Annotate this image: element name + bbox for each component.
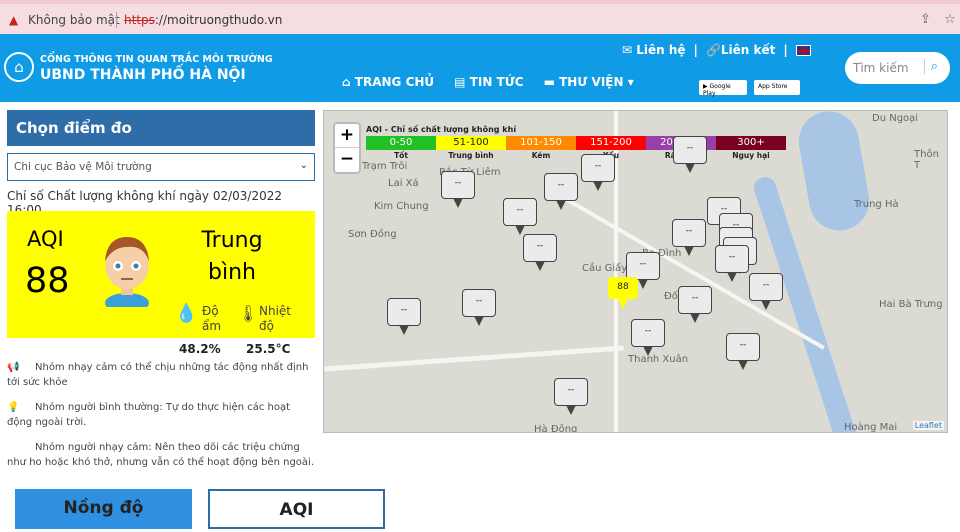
station-marker[interactable]: -- [678, 286, 712, 323]
station-marker[interactable]: -- [441, 171, 475, 208]
map-place-label: Thôn T [914, 149, 939, 171]
folder-icon: ▬ [543, 75, 560, 89]
legend-band: 300+ Nguy hại [716, 136, 786, 160]
mail-icon: ✉ [622, 43, 637, 57]
aqi-legend: AQI - Chỉ số chất lượng không khí 0-50 Tố… [366, 125, 786, 160]
map-place-label: Sơn Đồng [348, 229, 397, 240]
nav-library[interactable]: ▬ THƯ VIỆN ▾ [544, 75, 634, 89]
concentration-button[interactable]: Nồng độ [15, 489, 192, 529]
map-place-label: Trung Hà [854, 199, 899, 210]
url[interactable]: https://moitruongthudo.vn [124, 13, 282, 27]
map-place-label: Kim Chung [374, 201, 429, 212]
advice-normal: Nhóm người bình thường: Tự do thực hiện … [7, 402, 291, 428]
droplet-icon: 💧 [175, 303, 198, 324]
station-marker[interactable]: -- [673, 136, 707, 173]
app-store-badge[interactable]: App Store [754, 80, 800, 95]
station-marker[interactable]: -- [715, 245, 749, 282]
station-marker[interactable]: -- [726, 333, 760, 370]
thermometer-icon: 🌡 [238, 304, 259, 323]
advice-sensitive: Nhóm nhạy cảm có thể chịu những tác động… [7, 362, 309, 388]
map-place-label: Cầu Giấy [582, 263, 628, 274]
aqi-value: 88 [25, 261, 70, 301]
legend-band: 101-150 Kém [506, 136, 576, 160]
map-place-label: Thanh Xuân [628, 354, 689, 365]
site-title[interactable]: UBND THÀNH PHỐ HÀ NỘI [40, 67, 246, 83]
address-bar[interactable]: ▲ Không bảo mật https://moitruongthudo.v… [0, 0, 960, 34]
temperature-value: 25.5°C [246, 342, 291, 356]
zoom-out-button[interactable]: − [335, 148, 359, 172]
map-place-label: Lai Xá [388, 178, 419, 189]
aqi-button[interactable]: AQI [208, 489, 385, 529]
humidity-value: 48.2% [179, 342, 221, 356]
station-marker[interactable]: -- [387, 298, 421, 335]
site-header: ⌂ CỔNG THÔNG TIN QUAN TRẮC MÔI TRƯỜNG UB… [0, 34, 960, 102]
contact-link[interactable]: ✉ Liên hệ [622, 43, 686, 57]
leaflet-attribution[interactable]: Leaflet [912, 421, 944, 430]
map-place-label: Trạm Trôi [362, 161, 408, 172]
aqi-level: Trung bình [201, 228, 263, 285]
divider [116, 12, 117, 28]
station-marker[interactable]: -- [672, 219, 706, 256]
station-marker[interactable]: -- [544, 173, 578, 210]
links-link[interactable]: 🔗Liên kết [706, 43, 775, 57]
home-icon: ⌂ [342, 75, 355, 89]
security-label[interactable]: Không bảo mật [28, 13, 120, 27]
station-marker[interactable]: -- [631, 319, 665, 356]
station-marker-selected[interactable]: 88 [608, 277, 638, 309]
station-marker[interactable]: -- [503, 198, 537, 235]
site-subtitle: CỔNG THÔNG TIN QUAN TRẮC MÔI TRƯỜNG [40, 54, 273, 65]
map-place-label: Du Ngoại [872, 113, 919, 124]
nav-home[interactable]: ⌂ TRANG CHỦ [342, 75, 434, 89]
logo-icon[interactable]: ⌂ [4, 52, 34, 82]
aqi-label: AQI [27, 227, 64, 251]
station-marker[interactable]: -- [626, 252, 660, 289]
station-marker[interactable]: -- [581, 154, 615, 191]
map-place-label: Hoàng Mai [844, 422, 898, 433]
legend-band: 0-50 Tốt [366, 136, 436, 160]
link-icon: 🔗 [705, 43, 721, 57]
newspaper-icon: ▤ [454, 75, 470, 89]
english-flag-icon[interactable] [795, 45, 811, 56]
zoom-in-button[interactable]: + [335, 124, 359, 148]
search-input[interactable]: Tìm kiếm ⌕ [845, 52, 950, 84]
humidity-label: Độ ẩm [202, 304, 222, 333]
station-marker[interactable]: -- [554, 378, 588, 415]
advice-sensitive-detail: Nhóm người nhạy cảm: Nên theo dõi các tr… [7, 442, 314, 468]
nav-news[interactable]: ▤ TIN TỨC [454, 75, 523, 89]
face-icon [105, 237, 149, 307]
caret-down-icon: ▾ [623, 75, 634, 89]
lake [794, 111, 874, 236]
legend-band: 51-100 Trung bình [436, 136, 506, 160]
search-icon[interactable]: ⌕ [923, 59, 938, 74]
aqi-card: AQI 88 Trung bình 💧 Độ ẩm 🌡 Nhiệt độ [7, 211, 315, 338]
google-play-badge[interactable]: ▶ Google Play [699, 80, 747, 97]
temperature-label: Nhiệt độ [259, 304, 292, 333]
share-icon[interactable]: ⇪ [920, 12, 931, 27]
station-marker[interactable]: -- [462, 289, 496, 326]
star-icon[interactable]: ☆ [944, 12, 956, 27]
aqi-map[interactable]: Du NgoạiThôn TBắc Từ LiêmLai XáKim Chung… [323, 110, 948, 433]
map-place-label: Hà Đông [534, 424, 578, 433]
station-marker[interactable]: -- [523, 234, 557, 271]
station-marker[interactable]: -- [749, 273, 783, 310]
lightbulb-icon: 💡 [7, 402, 20, 413]
chevron-down-icon: ⌄ [299, 160, 308, 171]
warning-icon: ▲ [9, 13, 19, 27]
zoom-control: + − [333, 122, 361, 174]
map-place-label: Hai Bà Trưng [879, 299, 943, 310]
station-select[interactable]: Chi cục Bảo vệ Môi trường ⌄ [7, 153, 315, 181]
megaphone-icon: 📢 [7, 362, 20, 373]
panel-title: Chọn điểm đo [7, 110, 315, 146]
